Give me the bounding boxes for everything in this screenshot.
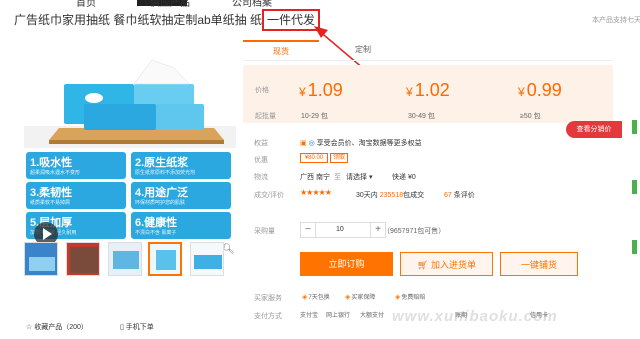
price-tier-3: ¥0.99 xyxy=(518,80,562,100)
rights-value: ▣ ◎ 享受会员价、淘宝数据等更多权益 xyxy=(300,140,422,147)
min-qty-label: 起批量 xyxy=(255,113,276,120)
thumbnail[interactable] xyxy=(66,242,100,276)
product-main-image[interactable] xyxy=(24,40,236,148)
service-item: ◈买家保障 xyxy=(345,294,376,301)
cart-icon: 🛒︎ xyxy=(417,260,431,270)
rating-label: 成交/评价 xyxy=(254,192,284,199)
price-box: 价格 起批量 ¥1.09 ¥1.02 ¥0.99 10-29 包 30-49 包… xyxy=(243,65,613,123)
rating-stars: ★★★★★ xyxy=(300,188,332,197)
service-item: ◈免费赔赔 xyxy=(395,294,426,301)
star-outline-icon: ☆ xyxy=(26,324,35,331)
logistics-label: 物流 xyxy=(254,174,268,181)
thumbnail-strip xyxy=(24,242,236,278)
thumbnail[interactable] xyxy=(190,242,224,276)
logistics-from: 广西 南宁 xyxy=(300,174,330,181)
feature-card: 3.柔韧性 纸质柔软不易掉屑 xyxy=(26,182,126,209)
tiered-price-button[interactable]: 查看分销价 xyxy=(566,121,622,138)
logistics-to-prefix: 至 xyxy=(334,174,341,181)
thumbnail[interactable] xyxy=(24,242,58,276)
quantity-label: 采购量 xyxy=(254,228,275,235)
qty-tier-1: 10-29 包 xyxy=(301,113,328,120)
reviews-count[interactable]: 67 条评价 xyxy=(444,190,475,200)
right-sidebar-edge xyxy=(627,40,640,334)
decrement-button[interactable]: − xyxy=(301,223,315,237)
tab-custom[interactable]: 定制 xyxy=(343,40,383,60)
thumbnail-selected[interactable] xyxy=(148,242,182,276)
add-to-cart-button[interactable]: 🛒︎ 加入进货单 xyxy=(400,252,493,276)
stock-available: （9657971包可售） xyxy=(383,228,446,235)
shield-icon: ◈ xyxy=(395,294,401,301)
service-item: ◈7天包换 xyxy=(302,294,330,301)
price-label: 价格 xyxy=(255,87,269,94)
feature-card: 1.吸水性 超柔润吸水遇水不变形 xyxy=(26,152,126,179)
services-label: 买家服务 xyxy=(254,295,282,302)
price-tier-2: ¥1.02 xyxy=(406,80,450,100)
chevron-down-icon: ▾ xyxy=(367,174,373,181)
watermark: www.xunibaoku.com xyxy=(392,308,558,325)
payment-label: 支付方式 xyxy=(254,313,282,320)
payment-method: 支付宝 xyxy=(300,313,319,319)
feature-card: 2.原生纸浆 原生纸浆原料不添加荧光剂 xyxy=(131,152,231,179)
feature-card: 4.用途广泛 环保材质呵护您的肌肤 xyxy=(131,182,231,209)
payment-method: 大额支付 xyxy=(360,313,385,319)
feature-card: 6.健康性 不漂白不含 氯离子 xyxy=(131,212,231,239)
shield-icon: ◈ xyxy=(302,294,308,301)
sales-count: 30天内 235518包成交 xyxy=(356,192,425,199)
mobile-order[interactable]: ▯ 手机下单 xyxy=(120,322,154,332)
qty-tier-3: ≥50 包 xyxy=(520,113,541,120)
shield-icon: ◈ xyxy=(345,294,351,301)
favorite-product[interactable]: ☆ 收藏产品（200） xyxy=(26,322,88,332)
logistics-express: 快递 ¥0 xyxy=(392,174,416,181)
quantity-input[interactable]: 10 xyxy=(315,223,371,237)
one-click-listing-button[interactable]: 一键铺货 xyxy=(500,252,578,276)
coupon-badge: ¥80.00 xyxy=(300,153,328,163)
thumbnail[interactable] xyxy=(108,242,142,276)
buy-now-button[interactable]: 立即订购 xyxy=(300,252,393,276)
qty-tier-2: 30-49 包 xyxy=(408,113,435,120)
payment-method: 网上银行 xyxy=(326,313,351,319)
logistics-destination-select[interactable]: 请选择 ▾ xyxy=(346,172,372,182)
quantity-stepper: − 10 + xyxy=(300,222,386,238)
tab-in-stock[interactable]: 现货 xyxy=(243,40,319,60)
tab-divider xyxy=(243,60,613,61)
discount-label: 优惠 xyxy=(254,157,268,164)
rights-label: 权益 xyxy=(254,140,268,147)
coupon-get-button[interactable]: 领取 xyxy=(330,153,348,163)
price-tier-1: ¥1.09 xyxy=(299,80,343,100)
vip-icon: ▣ xyxy=(300,140,309,147)
